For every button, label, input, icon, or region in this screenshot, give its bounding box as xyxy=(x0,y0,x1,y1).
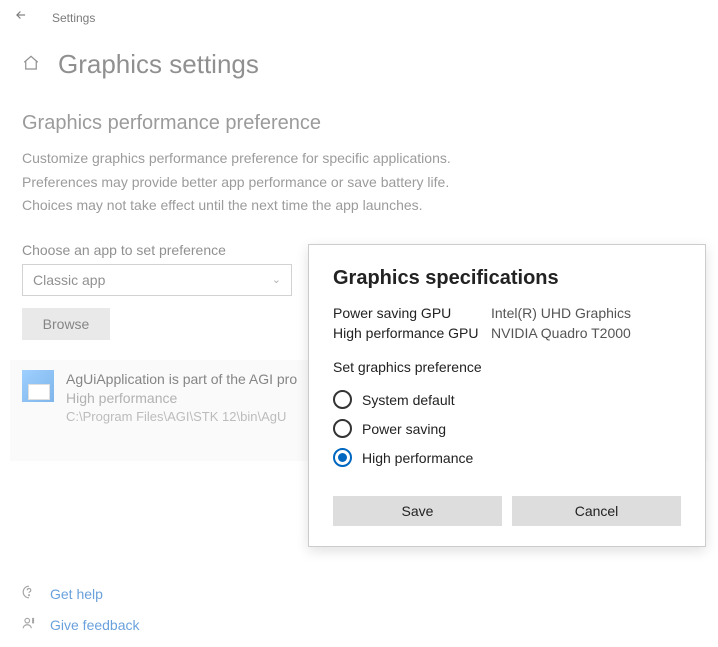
save-button[interactable]: Save xyxy=(333,496,502,526)
preference-radio-group: System default Power saving High perform… xyxy=(333,385,681,472)
radio-icon xyxy=(333,419,352,438)
radio-system-default[interactable]: System default xyxy=(333,385,681,414)
radio-icon xyxy=(333,390,352,409)
get-help-label: Get help xyxy=(50,586,103,602)
radio-label: System default xyxy=(362,392,455,408)
graphics-specifications-dialog: Graphics specifications Power saving GPU… xyxy=(308,244,706,547)
top-bar: Settings xyxy=(0,0,718,31)
radio-icon xyxy=(333,448,352,467)
get-help-link[interactable]: Get help xyxy=(22,585,140,602)
radio-label: Power saving xyxy=(362,421,446,437)
chevron-down-icon: ⌄ xyxy=(272,273,281,286)
feedback-icon xyxy=(22,616,38,633)
radio-power-saving[interactable]: Power saving xyxy=(333,414,681,443)
footer-links: Get help Give feedback xyxy=(22,571,140,633)
app-icon xyxy=(22,370,54,402)
dropdown-value: Classic app xyxy=(33,272,105,288)
high-perf-gpu-value: NVIDIA Quadro T2000 xyxy=(491,324,631,344)
description-line-2: Preferences may provide better app perfo… xyxy=(0,169,718,193)
back-arrow-icon[interactable] xyxy=(14,8,28,27)
description-line-1: Customize graphics performance preferenc… xyxy=(0,145,718,169)
radio-high-performance[interactable]: High performance xyxy=(333,443,681,472)
cancel-button[interactable]: Cancel xyxy=(512,496,681,526)
give-feedback-link[interactable]: Give feedback xyxy=(22,616,140,633)
app-preference: High performance xyxy=(66,389,297,408)
page-title: Graphics settings xyxy=(58,49,259,80)
app-path: C:\Program Files\AGI\STK 12\bin\AgU xyxy=(66,408,297,426)
app-name: AgUiApplication is part of the AGI pro xyxy=(66,370,297,389)
radio-label: High performance xyxy=(362,450,473,466)
browse-button[interactable]: Browse xyxy=(22,308,110,340)
app-type-dropdown[interactable]: Classic app ⌄ xyxy=(22,264,292,296)
home-icon[interactable] xyxy=(22,54,40,75)
dialog-title: Graphics specifications xyxy=(333,267,681,290)
power-saving-gpu-value: Intel(R) UHD Graphics xyxy=(491,304,631,324)
set-preference-heading: Set graphics preference xyxy=(333,359,681,375)
power-saving-gpu-label: Power saving GPU xyxy=(333,304,483,324)
give-feedback-label: Give feedback xyxy=(50,617,140,633)
description-line-3: Choices may not take effect until the ne… xyxy=(0,192,718,216)
gpu-spec-table: Power saving GPU Intel(R) UHD Graphics H… xyxy=(333,304,681,343)
help-icon xyxy=(22,585,38,602)
section-heading: Graphics performance preference xyxy=(0,94,718,145)
high-perf-gpu-label: High performance GPU xyxy=(333,324,483,344)
page-header: Graphics settings xyxy=(0,31,718,94)
window-title: Settings xyxy=(52,11,95,25)
